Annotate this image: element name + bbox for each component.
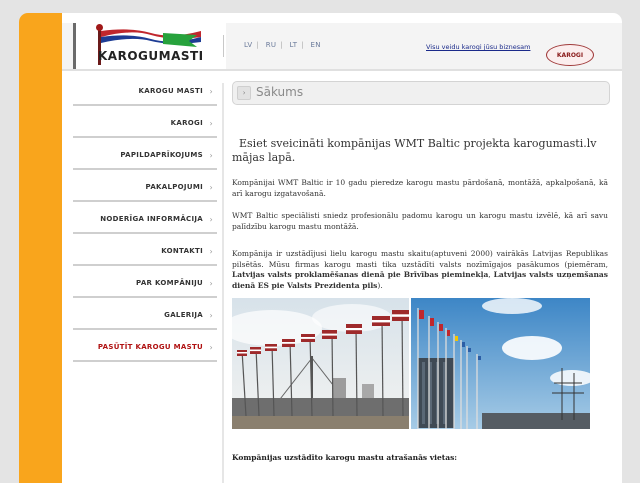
chevron-right-icon: › [209, 183, 213, 192]
chevron-right-icon: › [209, 215, 213, 224]
sidebar-item-label: NODERĪGA INFORMĀCIJA [100, 215, 203, 223]
sidebar-item-papildaprikojums[interactable]: PAPILDAPRĪKOJUMS › [73, 147, 217, 170]
header-promo-link[interactable]: Visu veidu karogi jūsu biznesam [426, 43, 530, 51]
intro-paragraph-2: WMT Baltic speciālisti sniedz profesionā… [232, 211, 608, 231]
logo-flag-icon [101, 29, 201, 47]
sidebar-item-pakalpojumi[interactable]: PAKALPOJUMI › [73, 179, 217, 202]
orange-side-bar [19, 13, 62, 483]
sidebar-nav: KAROGU MASTI › KAROGI › PAPILDAPRĪKOJUMS… [73, 83, 217, 371]
page-title-bar: › Sākums [232, 81, 610, 105]
language-switcher: LV | RU | LT | EN [244, 41, 321, 49]
sidebar-item-label: KAROGU MASTI [138, 87, 203, 95]
header-divider [62, 69, 622, 71]
sidebar-item-pasutit-karogu-mastu[interactable]: PASŪTĪT KAROGU MASTU › [73, 339, 217, 362]
header-separator [223, 35, 224, 57]
sidebar-item-galerija[interactable]: GALERIJA › [73, 307, 217, 330]
chevron-right-icon: › [209, 311, 213, 320]
logo-text: KAROGUMASTI [98, 49, 204, 63]
logo[interactable]: KAROGUMASTI [73, 23, 226, 69]
header: KAROGUMASTI LV | RU | LT | EN Visu veidu ka… [62, 13, 622, 69]
sidebar-item-karogi[interactable]: KAROGI › [73, 115, 217, 138]
para3-text-a: Kompānija ir uzstādījusi lielu karogu ma… [232, 249, 608, 269]
flagpoles-photo [232, 298, 590, 429]
sidebar-item-label: PAPILDAPRĪKOJUMS [120, 151, 203, 159]
chevron-right-icon: › [209, 151, 213, 160]
chevron-right-icon: › [209, 247, 213, 256]
lang-lv[interactable]: LV [244, 41, 253, 49]
lang-ru[interactable]: RU [266, 41, 277, 49]
sidebar-item-kontakti[interactable]: KONTAKTI › [73, 243, 217, 266]
sidebar-item-label: PAR KOMPĀNIJU [136, 279, 203, 287]
lang-lt[interactable]: LT [290, 41, 298, 49]
sidebar-item-noderiga-informacija[interactable]: NODERĪGA INFORMĀCIJA › [73, 211, 217, 234]
page-title: Sākums [256, 85, 304, 99]
sidebar-item-par-kompaniju[interactable]: PAR KOMPĀNIJU › [73, 275, 217, 298]
sidebar-item-label: GALERIJA [164, 311, 203, 319]
chevron-right-icon: › [209, 119, 213, 128]
chevron-right-icon: › [237, 86, 251, 100]
intro-paragraph-1: Kompānijai WMT Baltic ir 10 gadu pieredz… [232, 178, 608, 198]
sidebar-item-label: PAKALPOJUMI [145, 183, 203, 191]
para3-bold-1: Latvijas valsts proklamēšanas dienā pie … [232, 270, 489, 279]
para3-text-end: ). [377, 280, 383, 290]
karogi-seal-logo[interactable]: KAROGI [546, 44, 594, 66]
page-container: KAROGUMASTI LV | RU | LT | EN Visu veidu ka… [62, 13, 622, 483]
sidebar-item-label: KAROGI [170, 119, 203, 127]
chevron-right-icon: › [209, 279, 213, 288]
welcome-heading: Esiet sveicināti kompānijas WMT Baltic p… [232, 137, 608, 165]
sidebar-item-label: PASŪTĪT KAROGU MASTU [97, 343, 203, 351]
content-divider [222, 83, 224, 483]
sidebar-item-karogu-masti[interactable]: KAROGU MASTI › [73, 83, 217, 106]
intro-paragraph-3: Kompānija ir uzstādījusi lielu karogu ma… [232, 249, 608, 291]
locations-heading: Kompānijas uzstādīto karogu mastu atraša… [232, 453, 458, 462]
lang-en[interactable]: EN [311, 41, 321, 49]
chevron-right-icon: › [209, 87, 213, 96]
sidebar-item-label: KONTAKTI [161, 247, 203, 255]
welcome-text: Esiet sveicināti kompānijas WMT Baltic p… [232, 137, 597, 164]
chevron-right-icon: › [209, 343, 213, 352]
